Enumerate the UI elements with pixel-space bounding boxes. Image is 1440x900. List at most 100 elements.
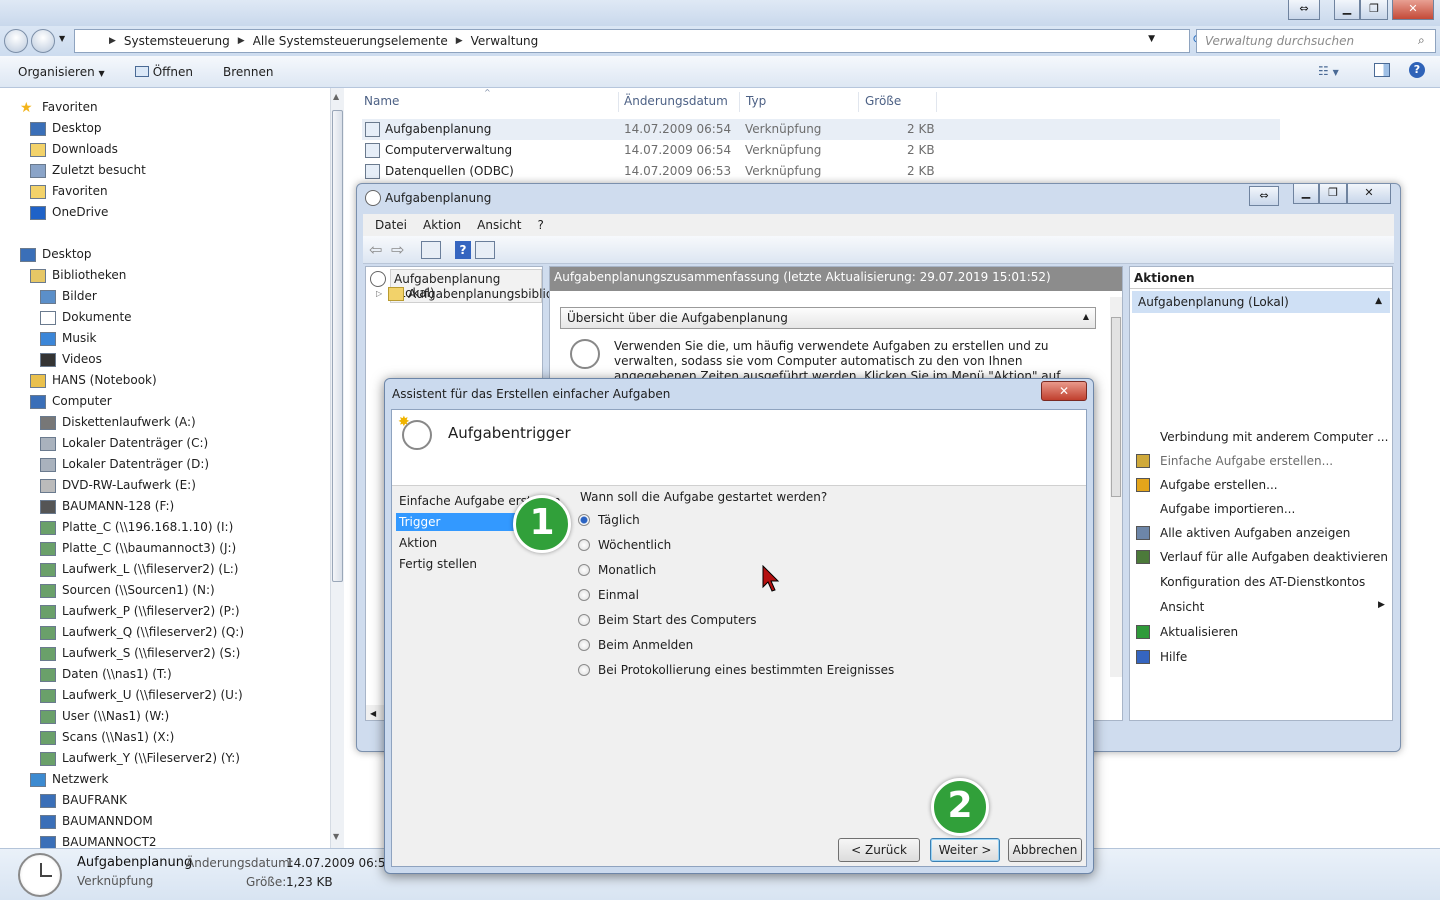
address-dropdown-icon[interactable]: ▼	[1148, 34, 1155, 44]
nav-item[interactable]: Favoriten	[30, 181, 108, 202]
action-item[interactable]: Alle aktiven Aufgaben anzeigen	[1130, 522, 1392, 544]
minimize-button[interactable]: ▁	[1334, 0, 1360, 20]
address-bar[interactable]: ▶ Systemsteuerung ▶ Alle Systemsteuerung…	[74, 29, 1203, 53]
trigger-option[interactable]: Wöchentlich	[578, 533, 671, 558]
nav-item[interactable]: Platte_C (\\196.168.1.10) (I:)	[40, 517, 233, 538]
nav-item[interactable]: Desktop	[20, 244, 92, 265]
file-row[interactable]: Aufgabenplanung 14.07.2009 06:54 Verknüpfu…	[362, 119, 1280, 140]
breadcrumb-item[interactable]: Systemsteuerung	[124, 34, 230, 48]
nav-item[interactable]: OneDrive	[30, 202, 108, 223]
nav-item[interactable]: Laufwerk_S (\\fileserver2) (S:)	[40, 643, 240, 664]
console-tree-icon[interactable]	[421, 241, 441, 259]
action-item[interactable]: Aufgabe erstellen...	[1130, 474, 1392, 496]
column-divider[interactable]	[618, 92, 619, 112]
nav-item[interactable]: Platte_C (\\baumannoct3) (J:)	[40, 538, 236, 559]
back-icon[interactable]	[4, 29, 28, 53]
nav-item[interactable]: Laufwerk_Q (\\fileserver2) (Q:)	[40, 622, 244, 643]
tree-item-library[interactable]: Aufgabenplanungsbibliot	[408, 287, 558, 301]
cancel-button[interactable]: Abbrechen	[1008, 838, 1082, 862]
menu-help[interactable]: ?	[537, 218, 543, 232]
nav-item[interactable]: Bilder	[40, 286, 97, 307]
nav-item[interactable]: BAUMANNOCT2	[40, 832, 157, 848]
preview-pane-icon[interactable]	[1374, 63, 1390, 77]
back-arrow-icon[interactable]: ⇦	[369, 240, 382, 259]
nav-item[interactable]: BAUMANN-128 (F:)	[40, 496, 174, 517]
nav-item[interactable]: Videos	[40, 349, 102, 370]
help-icon[interactable]: ?	[1409, 62, 1425, 78]
nav-item[interactable]: Lokaler Datenträger (D:)	[40, 454, 209, 475]
action-item[interactable]: Einfache Aufgabe erstellen...	[1130, 450, 1392, 472]
nav-item[interactable]: Zuletzt besucht	[30, 160, 146, 181]
scroll-thumb[interactable]	[1111, 317, 1121, 497]
radio-button[interactable]	[578, 639, 590, 651]
navigation-scrollbar[interactable]: ▲ ▼	[330, 88, 344, 848]
expand-icon[interactable]: ▷	[376, 289, 382, 298]
overview-section-header[interactable]: Übersicht über die Aufgabenplanung ▲	[560, 307, 1096, 329]
nav-item[interactable]: User (\\Nas1) (W:)	[40, 706, 169, 727]
actions-group-header[interactable]: Aufgabenplanung (Lokal) ▲	[1132, 291, 1390, 313]
nav-item[interactable]: Laufwerk_U (\\fileserver2) (U:)	[40, 685, 243, 706]
close-button[interactable]: ✕	[1041, 381, 1087, 401]
scroll-down-icon[interactable]: ▼	[333, 832, 339, 841]
search-input[interactable]: Verwaltung durchsuchen	[1196, 29, 1436, 53]
nav-item[interactable]: Sourcen (\\Sourcen1) (N:)	[40, 580, 215, 601]
action-item[interactable]: Aktualisieren	[1130, 621, 1392, 643]
radio-button[interactable]	[578, 514, 590, 526]
nav-item[interactable]: Daten (\\nas1) (T:)	[40, 664, 172, 685]
action-item[interactable]: Aufgabe importieren...	[1130, 498, 1392, 520]
action-item[interactable]: Hilfe	[1130, 646, 1392, 668]
chevron-right-icon[interactable]: ▶	[456, 36, 463, 46]
summary-scrollbar[interactable]	[1110, 297, 1122, 677]
swap-window-button[interactable]: ⇔	[1288, 0, 1320, 20]
breadcrumb-item[interactable]: Verwaltung	[471, 34, 539, 48]
help-icon[interactable]: ?	[455, 241, 471, 259]
column-header-size[interactable]: Größe	[865, 94, 901, 108]
trigger-option[interactable]: Monatlich	[578, 558, 656, 583]
action-item[interactable]: Verlauf für alle Aufgaben deaktivieren	[1130, 546, 1392, 568]
swap-window-button[interactable]: ⇔	[1249, 186, 1279, 206]
open-button[interactable]: Öffnen	[134, 65, 193, 79]
nav-item[interactable]: BAUMANNDOM	[40, 811, 153, 832]
nav-item[interactable]: HANS (Notebook)	[30, 370, 157, 391]
trigger-option[interactable]: Einmal	[578, 583, 639, 608]
back-button[interactable]: < Zurück	[838, 838, 920, 862]
nav-item[interactable]: Musik	[40, 328, 97, 349]
breadcrumb-item[interactable]: Alle Systemsteuerungselemente	[253, 34, 448, 48]
recent-pages-chevron-icon[interactable]: ▼	[59, 34, 65, 43]
nav-item[interactable]: Diskettenlaufwerk (A:)	[40, 412, 196, 433]
column-divider[interactable]	[936, 92, 937, 112]
nav-item[interactable]: Lokaler Datenträger (C:)	[40, 433, 208, 454]
file-row[interactable]: Datenquellen (ODBC) 14.07.2009 06:53 Verkn…	[362, 161, 1280, 182]
nav-item[interactable]: Downloads	[30, 139, 118, 160]
nav-item[interactable]: Bibliotheken	[30, 265, 126, 286]
column-header-date[interactable]: Änderungsdatum	[624, 94, 728, 108]
menu-aktion[interactable]: Aktion	[423, 218, 461, 232]
burn-button[interactable]: Brennen	[223, 65, 273, 79]
nav-item[interactable]: BAUFRANK	[40, 790, 127, 811]
column-header-name[interactable]: Name	[364, 94, 399, 108]
next-button[interactable]: Weiter >	[930, 838, 1000, 862]
close-button[interactable]: ✕	[1347, 184, 1391, 204]
maximize-button[interactable]: ❐	[1360, 0, 1388, 20]
forward-arrow-icon[interactable]: ⇨	[391, 240, 404, 259]
column-divider[interactable]	[739, 92, 740, 112]
forward-icon[interactable]	[31, 29, 55, 53]
trigger-option[interactable]: Bei Protokollierung eines bestimmten Ere…	[578, 658, 894, 683]
close-button[interactable]: ✕	[1392, 0, 1434, 20]
file-row[interactable]: Computerverwaltung 14.07.2009 06:54 Verknü…	[362, 140, 1280, 161]
radio-button[interactable]	[578, 664, 590, 676]
nav-item[interactable]: Dokumente	[40, 307, 132, 328]
trigger-option[interactable]: Beim Anmelden	[578, 633, 693, 658]
nav-item[interactable]: Scans (\\Nas1) (X:)	[40, 727, 174, 748]
organize-button[interactable]: Organisieren ▼	[18, 65, 105, 79]
radio-button[interactable]	[578, 589, 590, 601]
nav-item[interactable]: Computer	[30, 391, 112, 412]
trigger-option[interactable]: Täglich	[578, 508, 640, 533]
nav-item[interactable]: Laufwerk_L (\\fileserver2) (L:)	[40, 559, 239, 580]
nav-item[interactable]: DVD-RW-Laufwerk (E:)	[40, 475, 196, 496]
minimize-button[interactable]: ▁	[1293, 184, 1319, 204]
column-header-type[interactable]: Typ	[746, 94, 766, 108]
menu-datei[interactable]: Datei	[375, 218, 407, 232]
menu-ansicht[interactable]: Ansicht	[477, 218, 521, 232]
nav-item[interactable]: ★ Favoriten	[20, 97, 98, 118]
